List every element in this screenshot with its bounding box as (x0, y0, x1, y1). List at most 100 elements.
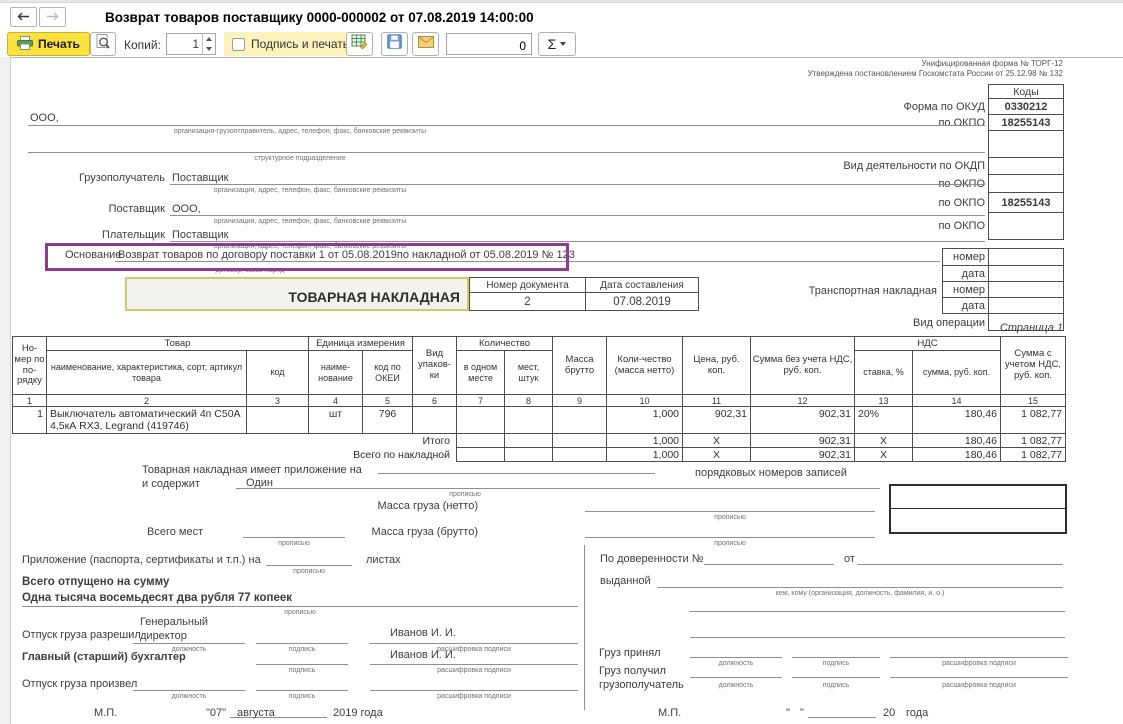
total-released-label: Всего отпущено на сумму (22, 576, 169, 588)
col-header-okei: код по ОКЕИ (363, 351, 413, 395)
issued-label: выданной (600, 575, 651, 587)
in-words-caption: прописью (610, 514, 850, 521)
issued-caption: кем, кому (организация, должность, фамил… (660, 590, 1060, 597)
cell-total: 1 082,77 (1001, 407, 1066, 434)
col-header-places: мест, штук (505, 351, 553, 395)
preview-button[interactable] (90, 32, 116, 56)
okdp-value-cell (988, 157, 1064, 175)
sign-print-checkbox[interactable] (232, 38, 245, 51)
col-header-vat-rate: ставка, % (855, 351, 913, 395)
copies-increment-button[interactable] (203, 34, 215, 44)
mass-brutto-box (891, 509, 1065, 532)
mass-netto-label: Масса груза (нетто) (310, 500, 478, 512)
underline (378, 473, 655, 474)
division-caption: структурное подразделение (40, 155, 560, 162)
empty-code-cell (988, 130, 1064, 158)
proxy-from-label: от (844, 553, 855, 565)
supplier-value: ООО, (172, 203, 201, 215)
okdp-label: Вид деятельности по ОКДП (700, 160, 985, 172)
copies-label: Копий: (124, 38, 161, 52)
col-header-total-with-vat: Сумма с учетом НДС, руб. коп. (1001, 337, 1066, 395)
col-header-amount-no-vat: Сумма без учета НДС, руб. коп. (751, 337, 855, 395)
cell-okei: 796 (363, 407, 413, 434)
col-header-price: Цена, руб. коп. (683, 337, 751, 395)
underline (690, 657, 782, 658)
cell-item-code (247, 407, 309, 434)
forward-button[interactable] (39, 7, 66, 27)
sum-button[interactable]: Σ (538, 32, 576, 56)
preview-magnifier-icon (96, 34, 110, 55)
org-caption: организация, адрес, телефон, факс, банко… (100, 187, 520, 194)
attachment-label: Товарная накладная имеет приложение на (142, 464, 362, 476)
doc-date-header-cell: Дата составления (585, 277, 699, 293)
number-value-cell (988, 248, 1064, 266)
sigma-label: Σ (548, 36, 557, 52)
counter-field[interactable] (446, 33, 532, 55)
signer-name: Иванов И. И. (390, 649, 456, 661)
signature-name-caption: расшифровка подписи (890, 660, 1068, 667)
cell-unit: шт (309, 407, 363, 434)
save-diskette-icon (387, 34, 402, 54)
doc-number-value-cell: 2 (469, 292, 586, 311)
form-approval-note: Утверждена постановлением Госкомстата Ро… (600, 69, 1063, 78)
stamp-label: М.П. (658, 707, 681, 719)
underline (256, 664, 348, 665)
up-arrow-icon (206, 37, 212, 41)
okpo-shipper-value-cell: 18255143 (988, 114, 1064, 131)
save-button[interactable] (381, 32, 408, 56)
in-words-caption: прописью (330, 491, 600, 498)
window-edge (0, 0, 1123, 3)
page-margin (0, 57, 10, 724)
underline (704, 564, 834, 565)
totals-label: Итого (13, 434, 457, 448)
cell-amount: 902,31 (751, 407, 855, 434)
underline (256, 643, 348, 644)
underline (370, 690, 578, 691)
email-button[interactable] (412, 32, 439, 56)
group-header-unit: Единица измерения (309, 337, 413, 351)
underline (133, 643, 245, 644)
underline (170, 215, 985, 216)
envelope-icon (418, 35, 434, 53)
cargo-accepted-label: Груз принял (599, 647, 661, 659)
okpo-consignee-value-cell (988, 174, 1064, 193)
back-arrow-icon (17, 8, 30, 26)
sheets-label: листах (366, 554, 401, 566)
underline (370, 643, 578, 644)
date-value-cell (988, 265, 1064, 282)
year-word-label: года (906, 707, 928, 719)
printer-icon (17, 36, 33, 53)
print-button[interactable]: Печать (7, 32, 90, 56)
grand-totals-row: Всего по накладной 1,000 X 902,31 X 180,… (13, 448, 1066, 462)
supplier-label: Поставщик (20, 203, 165, 215)
copies-decrement-button[interactable] (203, 44, 215, 54)
transport-waybill-label: Транспортная накладная (730, 285, 937, 297)
underline (236, 488, 880, 489)
month-value: августа (237, 707, 275, 719)
back-button[interactable] (10, 7, 37, 27)
table-settings-button[interactable] (346, 32, 373, 56)
position-value: Генеральный директор (140, 615, 232, 643)
document-title: ТОВАРНАЯ НАКЛАДНАЯ (288, 289, 460, 305)
total-places-label: Всего мест (147, 526, 203, 538)
position-caption: должность (690, 682, 782, 689)
date-label-cell: дата (942, 265, 989, 282)
copies-value[interactable]: 1 (167, 34, 202, 54)
col-header-code: код (247, 351, 309, 395)
group-header-quantity: Количество (457, 337, 553, 351)
signature-caption: подпись (256, 667, 348, 674)
column-numbers-row: 123 456 789 101112 131415 (13, 395, 1066, 407)
print-button-label: Печать (38, 37, 80, 51)
underline (690, 677, 782, 678)
underline (28, 152, 985, 153)
underline (658, 587, 1063, 588)
copies-stepper[interactable]: 1 (166, 33, 216, 55)
signature-name-caption: расшифровка подписи (370, 693, 578, 700)
signature-caption: подпись (256, 646, 348, 653)
signature-caption: подпись (792, 660, 880, 667)
col-header-gross-mass: Масса брутто (553, 337, 607, 395)
okud-label: Форма по ОКУД (700, 101, 985, 113)
annotation-highlight (45, 243, 569, 271)
underline (22, 606, 578, 607)
consignee-value: Поставщик (172, 172, 228, 184)
